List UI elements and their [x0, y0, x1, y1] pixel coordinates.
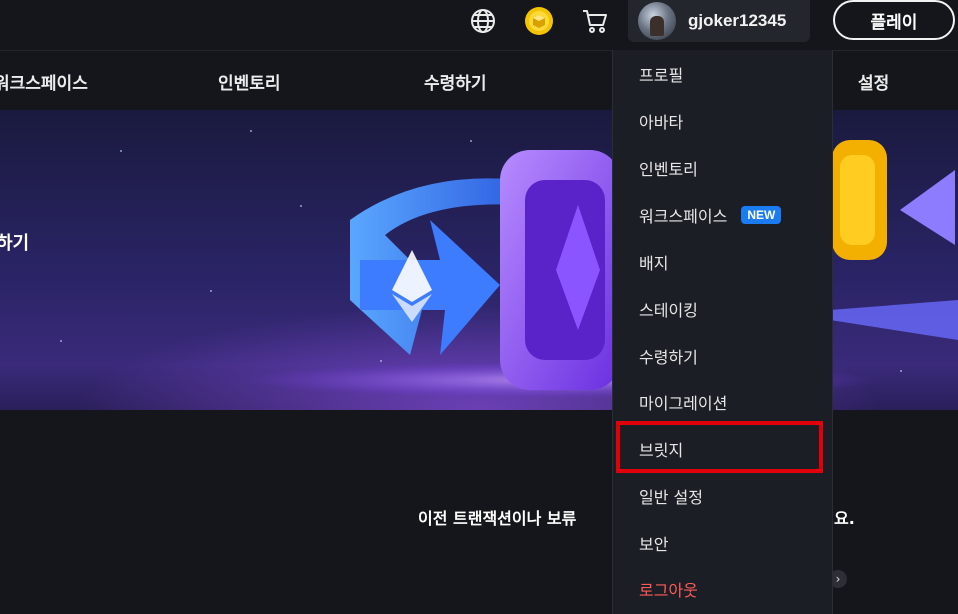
cart-icon[interactable]	[580, 6, 610, 36]
menu-item-logout[interactable]: 로그아웃	[639, 577, 698, 601]
menu-item-label: 프로필	[639, 66, 684, 85]
menu-item-general-settings[interactable]: 일반 설정	[639, 484, 703, 508]
new-badge: NEW	[741, 206, 782, 224]
nav-item-claim[interactable]: 수령하기	[424, 69, 487, 94]
menu-item-label: 일반 설정	[639, 488, 703, 507]
user-dropdown-menu: 프로필 아바타 인벤토리 워크스페이스 NEW 배지 스테이킹 수령하기 마이그…	[612, 50, 833, 614]
top-header: gjoker12345 플레이	[0, 0, 958, 51]
menu-item-label: 보안	[639, 535, 669, 554]
menu-item-migration[interactable]: 마이그레이션	[639, 390, 727, 414]
menu-item-inventory[interactable]: 인벤토리	[639, 156, 698, 180]
menu-item-label: 수령하기	[639, 348, 698, 367]
menu-item-label: 인벤토리	[639, 160, 698, 179]
transaction-description-tail: 요.	[834, 509, 855, 528]
user-menu-button[interactable]: gjoker12345	[628, 0, 810, 42]
globe-icon[interactable]	[468, 6, 498, 36]
menu-item-profile[interactable]: 프로필	[639, 62, 683, 86]
menu-item-label: 워크스페이스	[639, 207, 728, 226]
avatar	[638, 2, 676, 40]
menu-item-label: 아바타	[639, 113, 684, 132]
menu-item-security[interactable]: 보안	[639, 531, 668, 555]
username: gjoker12345	[688, 11, 787, 30]
menu-item-label: 마이그레이션	[639, 394, 728, 413]
menu-item-avatar[interactable]: 아바타	[639, 109, 683, 133]
menu-item-workspace[interactable]: 워크스페이스 NEW	[639, 203, 782, 227]
menu-item-claim[interactable]: 수령하기	[639, 344, 698, 368]
menu-item-badges[interactable]: 배지	[639, 250, 668, 274]
menu-item-label: 스테이킹	[639, 301, 698, 320]
nav-item-workspace[interactable]: 워크스페이스	[0, 69, 88, 94]
menu-item-staking[interactable]: 스테이킹	[639, 297, 698, 321]
bridge-highlight-box	[616, 421, 823, 473]
coin-icon[interactable]	[524, 6, 554, 36]
banner-heading: 하기	[0, 233, 30, 254]
menu-item-label: 로그아웃	[639, 581, 698, 600]
play-button[interactable]: 플레이	[833, 0, 955, 40]
transaction-description: 이전 트랜잭션이나 보류	[418, 509, 577, 528]
nav-item-settings[interactable]: 설정	[858, 69, 889, 94]
menu-item-label: 배지	[639, 254, 669, 273]
nav-item-inventory[interactable]: 인벤토리	[218, 69, 281, 94]
